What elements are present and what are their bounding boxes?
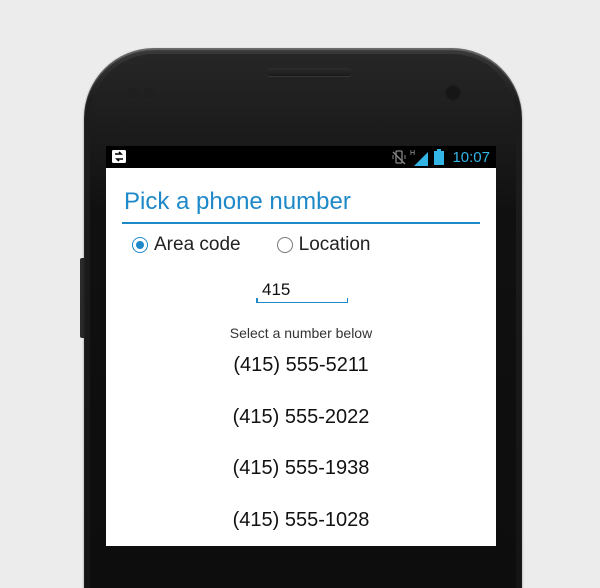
vibrate-icon bbox=[392, 150, 406, 165]
page-title: Pick a phone number bbox=[122, 188, 480, 224]
search-mode-radio-group: Area code Location bbox=[122, 234, 480, 256]
earpiece-speaker bbox=[266, 68, 352, 76]
select-number-hint: Select a number below bbox=[229, 325, 373, 341]
phone-number-item[interactable]: (415) 555-2022 bbox=[122, 399, 480, 451]
radio-button-checked-icon[interactable] bbox=[132, 237, 148, 253]
svg-text:H: H bbox=[410, 150, 415, 157]
light-sensor bbox=[144, 88, 154, 98]
phone-number-item[interactable]: (415) 555-1028 bbox=[122, 502, 480, 547]
phone-number-item[interactable]: (415) 555-5211 bbox=[122, 347, 480, 399]
app-notification-icon bbox=[112, 150, 126, 163]
phone-number-list: (415) 555-5211 (415) 555-2022 (415) 555-… bbox=[122, 347, 480, 546]
radio-label-location: Location bbox=[298, 234, 371, 255]
radio-location[interactable]: Location bbox=[276, 234, 371, 256]
battery-icon bbox=[434, 149, 445, 165]
area-code-field-wrap bbox=[256, 280, 348, 303]
status-time: 10:07 bbox=[452, 148, 490, 166]
radio-label-area-code: Area code bbox=[154, 234, 241, 255]
proximity-sensor bbox=[128, 88, 138, 98]
front-camera-icon bbox=[446, 86, 460, 100]
status-bar: H 10:07 bbox=[106, 146, 496, 168]
radio-button-unchecked-icon[interactable] bbox=[276, 237, 293, 253]
radio-area-code[interactable]: Area code bbox=[132, 234, 241, 256]
content-area: Pick a phone number Area code Location S… bbox=[106, 188, 496, 546]
area-code-input[interactable] bbox=[256, 280, 348, 303]
phone-screen: H 10:07 Pick a phone number Area code Lo… bbox=[106, 146, 496, 546]
phone-number-item[interactable]: (415) 555-1938 bbox=[122, 450, 480, 502]
signal-h-icon: H bbox=[410, 150, 429, 166]
